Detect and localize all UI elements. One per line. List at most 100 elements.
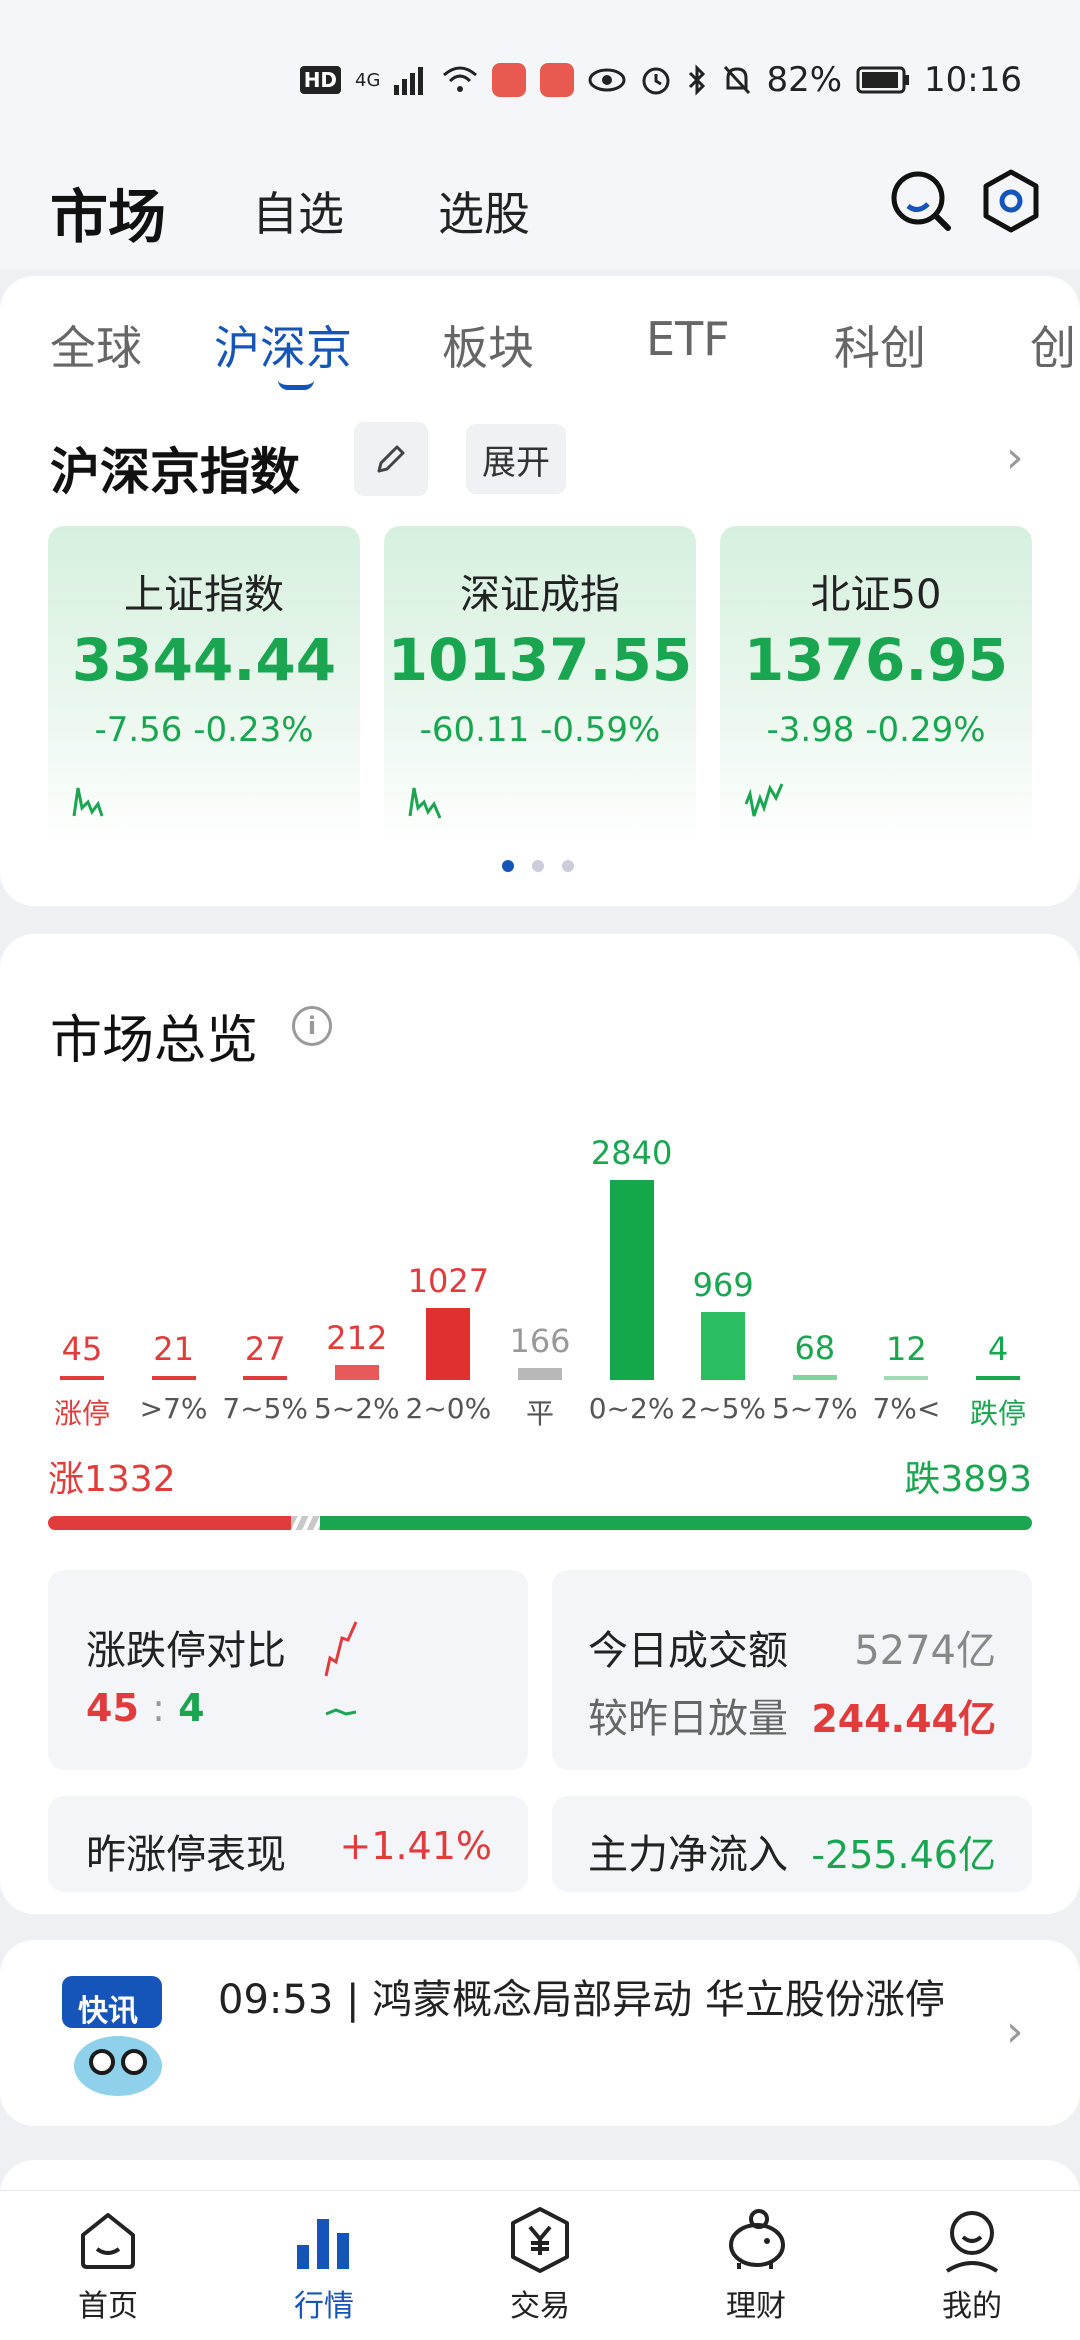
bar-category-label: 5~7% (771, 1392, 858, 1425)
index-change: -60.11 -0.59% (384, 710, 696, 750)
nav-wealth[interactable]: 理财 (696, 2205, 816, 2325)
up-count: 涨1332 (48, 1459, 176, 1500)
tab-sectors[interactable]: 板块 (442, 312, 534, 378)
signal-icon (394, 67, 424, 95)
overview-title: 市场总览 (50, 1011, 259, 1071)
index-change-amount: -3.98 (766, 710, 855, 750)
tab-stock-picker[interactable]: 选股 (438, 178, 530, 244)
piggy-bank-icon (729, 2209, 785, 2269)
bar-category-label: 2~0% (405, 1392, 492, 1425)
index-name: 深证成指 (460, 572, 620, 618)
limit-compare-box[interactable]: 涨跌停对比 45 : 4 (48, 1570, 528, 1770)
mute-bell-icon (724, 65, 751, 95)
limit-compare-label: 涨跌停对比 (86, 1628, 286, 1674)
index-card-shanghai[interactable]: 上证指数 3344.44 -7.56 -0.23% (48, 526, 360, 846)
bar-category-label: 7%< (872, 1392, 941, 1425)
nav-market[interactable]: 行情 (264, 2205, 384, 2325)
index-change-percent: -0.59% (540, 710, 661, 750)
index-card-shenzhen[interactable]: 深证成指 10137.55 -60.11 -0.59% (384, 526, 696, 846)
bar-category-label: 涨停 (53, 1397, 110, 1430)
limit-ratio: 45 : 4 (86, 1686, 205, 1730)
eye-icon (588, 68, 626, 92)
index-value: 10137.55 (387, 626, 693, 694)
sparkline-icon (744, 783, 784, 817)
prev-limit-box[interactable]: 昨涨停表现 +1.41% (48, 1796, 528, 1892)
bar-category-label: 2~5% (680, 1392, 767, 1425)
tab-hushenjing[interactable]: 沪深京 (214, 312, 352, 378)
news-badge: 快讯 (78, 1994, 138, 2029)
bar-5 (518, 1368, 562, 1380)
index-change-amount: -60.11 (419, 710, 530, 750)
page-title: 市场 (50, 183, 167, 251)
app-notification-icon (492, 63, 527, 97)
pencil-icon (377, 445, 405, 473)
turnover-value: 5274亿 (854, 1628, 996, 1674)
volume-change-label: 较昨日放量 (588, 1696, 788, 1742)
bar-category-label: 平 (525, 1397, 554, 1430)
news-flash-card[interactable]: 快讯 09:53 | 鸿蒙概念局部异动 华立股份涨停 › (0, 1940, 1080, 2126)
info-icon[interactable]: i (292, 1006, 332, 1046)
sparkline-icon (72, 787, 104, 817)
main-flow-value: -255.46亿 (811, 1833, 996, 1877)
index-change: -3.98 -0.29% (720, 710, 1032, 750)
search-icon[interactable] (886, 166, 956, 236)
app-header: 市场 自选 选股 (0, 150, 1080, 270)
index-change-percent: -0.23% (193, 710, 314, 750)
settings-icon[interactable] (976, 166, 1046, 236)
tab-watchlist[interactable]: 自选 (252, 178, 344, 244)
nav-profile[interactable]: 我的 (912, 2205, 1032, 2325)
nav-label: 交易 (510, 2289, 570, 2324)
volume-change-value: 244.44亿 (811, 1697, 996, 1741)
tab-etf[interactable]: ETF (646, 312, 730, 366)
bar-value-label: 27 (244, 1330, 286, 1368)
nav-label: 理财 (726, 2289, 786, 2324)
nav-label: 我的 (942, 2289, 1002, 2324)
index-name: 北证50 (810, 572, 942, 618)
nav-trade[interactable]: 交易 (480, 2205, 600, 2325)
bar-8 (792, 1375, 837, 1380)
limit-trend-icon (324, 1621, 358, 1716)
chevron-right-icon[interactable]: › (1006, 432, 1024, 483)
clock: 10:16 (924, 60, 1022, 100)
hd-indicator: HD (299, 66, 342, 94)
main-flow-box[interactable]: 主力净流入 -255.46亿 (552, 1796, 1032, 1892)
edit-button[interactable] (354, 422, 428, 496)
bar-category-label: >7% (139, 1392, 208, 1425)
bar-value-label: 21 (153, 1330, 194, 1368)
tab-chinext[interactable]: 创 (1030, 312, 1076, 378)
turnover-box[interactable]: 今日成交额 5274亿 较昨日放量 244.44亿 (552, 1570, 1032, 1770)
bar-9 (884, 1376, 929, 1380)
bar-value-label: 166 (509, 1322, 571, 1361)
index-change: -7.56 -0.23% (48, 710, 360, 750)
index-card-beijing50[interactable]: 北证50 1376.95 -3.98 -0.29% (720, 526, 1032, 846)
network-label: 4G (355, 69, 381, 91)
bar-category-label: 0~2% (588, 1392, 675, 1425)
limit-up-count: 45 (86, 1686, 139, 1730)
nav-home[interactable]: 首页 (48, 2205, 168, 2325)
tab-star-market[interactable]: 科创 (834, 312, 926, 378)
chevron-right-icon[interactable]: › (1006, 2006, 1024, 2057)
battery-percent: 82% (766, 60, 843, 100)
bar-value-label: 2840 (590, 1134, 673, 1172)
ratio-flat-segment (291, 1516, 321, 1530)
tab-global[interactable]: 全球 (50, 312, 142, 378)
market-chart-icon (297, 2219, 349, 2269)
battery-icon (856, 66, 910, 94)
page-dot (502, 860, 514, 872)
index-value: 3344.44 (71, 626, 337, 694)
ratio-down-segment (320, 1516, 1032, 1530)
main-flow-label: 主力净流入 (588, 1832, 788, 1878)
prev-limit-label: 昨涨停表现 (86, 1832, 286, 1878)
limit-down-count: 4 (178, 1686, 205, 1730)
bar-value-label: 12 (886, 1330, 927, 1368)
alarm-icon (642, 67, 670, 95)
profile-icon (945, 2211, 999, 2273)
bar-value-label: 45 (61, 1330, 103, 1368)
bar-value-label: 1027 (407, 1261, 490, 1300)
status-bar: HD 4G 82% 10:16 (0, 0, 1080, 150)
active-tab-indicator (278, 380, 314, 390)
ratio-up-segment (48, 1516, 292, 1530)
expand-button[interactable]: 展开 (466, 424, 566, 494)
bar-value-label: 969 (692, 1265, 754, 1304)
indices-card: 全球 沪深京 板块 ETF 科创 创 沪深京指数 展开 › 上证指数 3344.… (0, 276, 1080, 906)
